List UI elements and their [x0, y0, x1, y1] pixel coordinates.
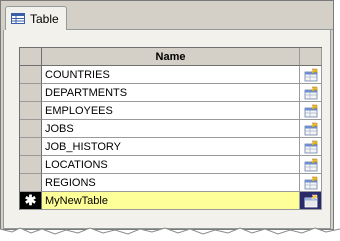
table-properties-icon — [304, 104, 317, 117]
window-frame: Table Name COUNTRIES DEPARTMENTS EMPLOYEES… — [0, 0, 334, 230]
row-selector[interactable] — [20, 174, 42, 192]
row-selector[interactable] — [20, 120, 42, 138]
table-properties-icon — [304, 176, 317, 189]
row-selector[interactable] — [20, 138, 42, 156]
table-properties-button[interactable] — [300, 120, 322, 138]
row-selector[interactable] — [20, 102, 42, 120]
column-header-name[interactable]: Name — [42, 48, 300, 66]
table-properties-button[interactable] — [300, 66, 322, 84]
table-row[interactable]: DEPARTMENTS — [20, 84, 322, 102]
table-properties-icon — [304, 194, 317, 207]
table-row[interactable]: JOB_HISTORY — [20, 138, 322, 156]
table-name-cell[interactable]: DEPARTMENTS — [42, 84, 300, 102]
header-selector-cell — [20, 48, 42, 66]
table-properties-button[interactable] — [300, 138, 322, 156]
table-name-cell[interactable]: REGIONS — [42, 174, 300, 192]
table-properties-button[interactable] — [300, 102, 322, 120]
table-row[interactable]: REGIONS — [20, 174, 322, 192]
table-properties-button[interactable] — [300, 192, 322, 210]
header-action-cell — [300, 48, 322, 66]
table-icon — [11, 13, 25, 24]
table-name-cell[interactable]: COUNTRIES — [42, 66, 300, 84]
table-properties-button[interactable] — [300, 156, 322, 174]
table-properties-icon — [304, 158, 317, 171]
table-properties-icon — [304, 122, 317, 135]
table-row[interactable]: JOBS — [20, 120, 322, 138]
table-properties-icon — [304, 68, 317, 81]
table-name-cell[interactable]: JOB_HISTORY — [42, 138, 300, 156]
table-name-cell[interactable]: JOBS — [42, 120, 300, 138]
row-selector[interactable] — [20, 84, 42, 102]
row-selector[interactable] — [20, 156, 42, 174]
torn-edge — [0, 227, 340, 241]
new-row-marker[interactable]: ✱ — [20, 192, 42, 210]
tab-table[interactable]: Table — [5, 6, 67, 30]
new-table-row[interactable]: ✱ MyNewTable — [20, 192, 322, 210]
table-properties-icon — [304, 140, 317, 153]
tables-grid: Name COUNTRIES DEPARTMENTS EMPLOYEES JOBS JO… — [19, 47, 322, 210]
tab-label: Table — [30, 11, 59, 26]
grid-header-row: Name — [20, 48, 322, 66]
table-row[interactable]: COUNTRIES — [20, 66, 322, 84]
table-name-cell[interactable]: LOCATIONS — [42, 156, 300, 174]
table-name-cell[interactable]: EMPLOYEES — [42, 102, 300, 120]
table-properties-button[interactable] — [300, 84, 322, 102]
new-table-name-cell[interactable]: MyNewTable — [42, 192, 300, 210]
table-properties-icon — [304, 86, 317, 99]
row-selector[interactable] — [20, 66, 42, 84]
table-properties-button[interactable] — [300, 174, 322, 192]
table-row[interactable]: LOCATIONS — [20, 156, 322, 174]
table-row[interactable]: EMPLOYEES — [20, 102, 322, 120]
